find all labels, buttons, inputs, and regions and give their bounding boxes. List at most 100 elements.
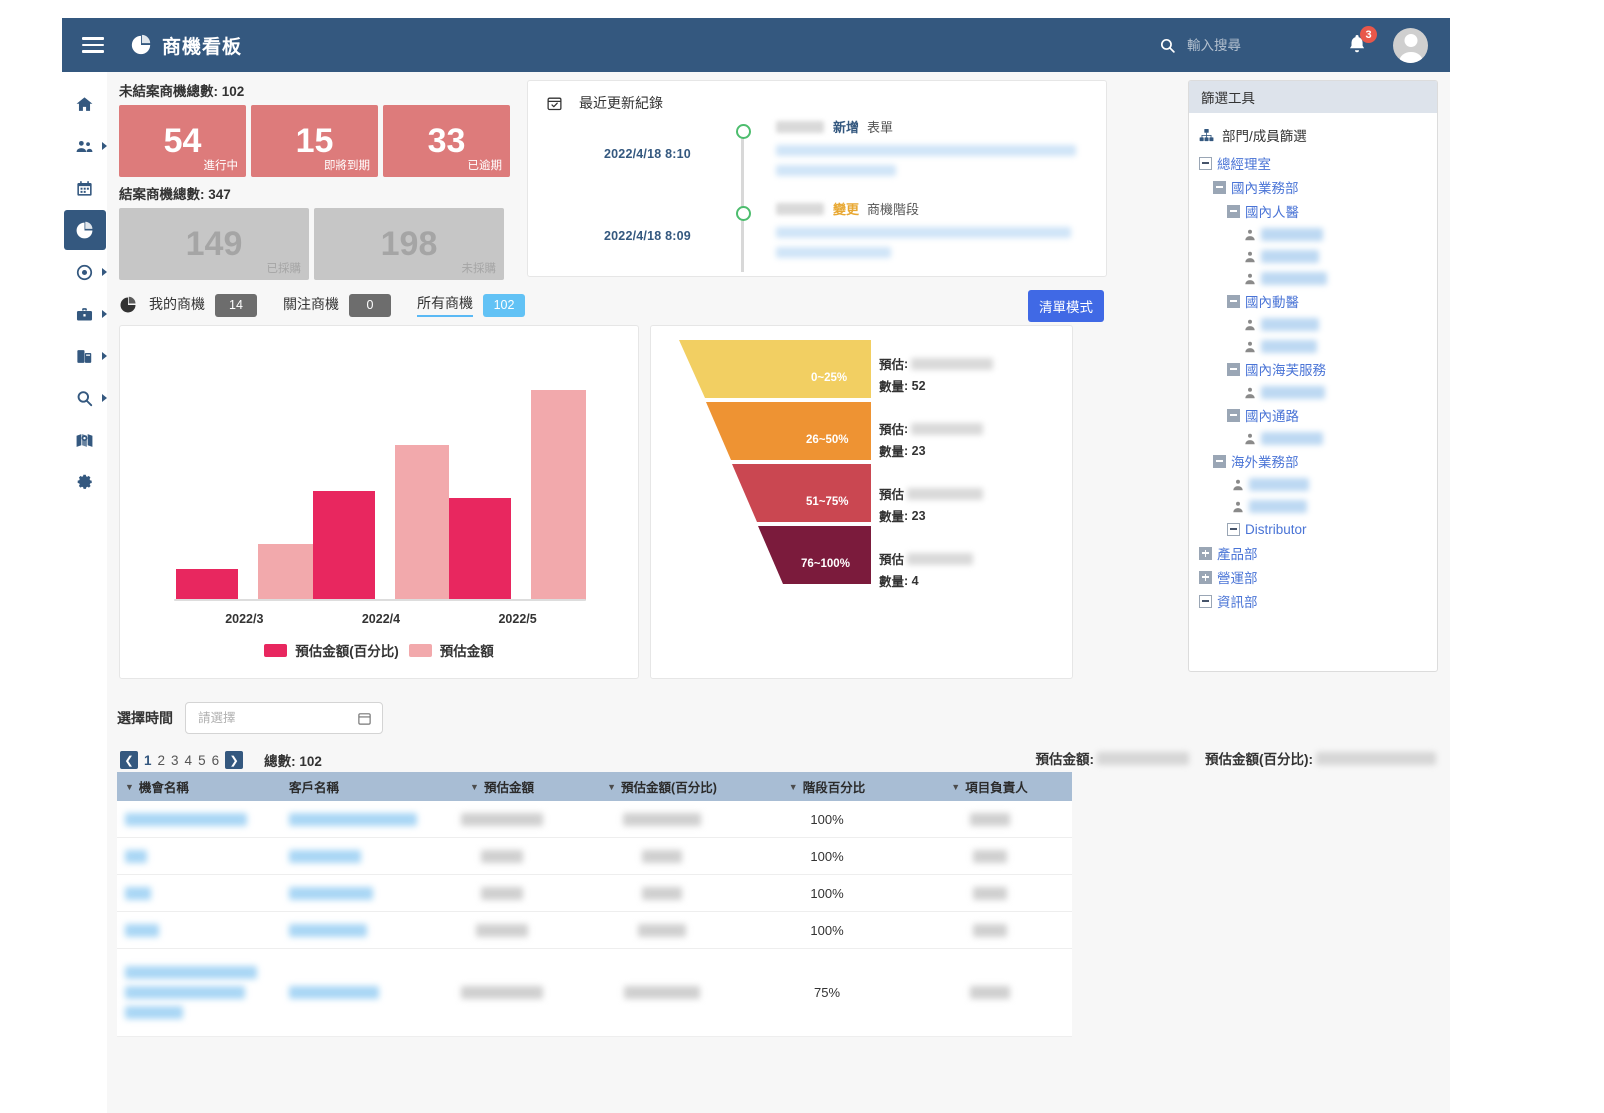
collapse-toggle-icon[interactable] <box>1227 294 1240 308</box>
table-row[interactable]: 75% <box>117 949 1072 1037</box>
column-header-customer[interactable]: 客戶名稱 <box>277 777 427 796</box>
tree-node-domestic-animal-med[interactable]: 國內動醫 <box>1227 291 1427 311</box>
page-number[interactable]: 6 <box>212 753 220 768</box>
collapse-toggle-icon[interactable] <box>1199 156 1212 170</box>
timeline-entry[interactable]: 2022/4/18 8:09 變更 商機階段 <box>546 199 1106 271</box>
tree-member[interactable] <box>1243 247 1427 266</box>
tree-node-label[interactable]: 資訊部 <box>1217 591 1258 611</box>
sidebar-item-map[interactable] <box>64 420 106 460</box>
tree-node-label[interactable]: 國內人醫 <box>1245 201 1299 221</box>
bar-2022-4-amount[interactable] <box>394 445 450 600</box>
chevron-right-icon[interactable]: ❯ <box>225 751 244 769</box>
sidebar-item-documents[interactable] <box>64 336 107 376</box>
search-box[interactable] <box>1159 36 1305 54</box>
tree-node-domestic-sales[interactable]: 國內業務部 <box>1213 177 1427 197</box>
sidebar-item-targets[interactable] <box>64 252 107 292</box>
tree-node-label[interactable]: 營運部 <box>1217 567 1258 587</box>
funnel-legend-row: 預估: 數量: 52 <box>879 340 1069 405</box>
notifications-button[interactable]: 3 <box>1345 26 1377 58</box>
tree-member[interactable] <box>1231 475 1427 494</box>
page-number[interactable]: 5 <box>198 753 206 768</box>
date-picker[interactable] <box>185 702 383 734</box>
kpi-card-not-purchased[interactable]: 198 未採購 <box>314 208 504 280</box>
tree-member[interactable] <box>1243 225 1427 244</box>
sidebar-item-business[interactable] <box>64 294 107 334</box>
page-number[interactable]: 3 <box>171 753 179 768</box>
expand-toggle-icon[interactable] <box>1199 570 1212 584</box>
avatar[interactable] <box>1393 27 1428 63</box>
tab-all-opportunities[interactable]: 所有商機 102 <box>417 293 525 317</box>
sidebar-item-home[interactable] <box>64 84 106 124</box>
kpi-card-in-progress[interactable]: 54 進行中 <box>119 105 246 177</box>
search-input[interactable] <box>1185 36 1305 54</box>
column-header-stage-pct[interactable]: ▼ 階段百分比 <box>747 777 907 796</box>
tree-node-label[interactable]: Distributor <box>1245 522 1307 537</box>
tree-member[interactable] <box>1243 337 1427 356</box>
tree-node-it-dept[interactable]: 資訊部 <box>1199 591 1427 611</box>
bar-2022-4-pct[interactable] <box>312 491 375 600</box>
tree-node-overseas-sales[interactable]: 海外業務部 <box>1213 451 1427 471</box>
tree-member[interactable] <box>1243 269 1427 288</box>
page-number[interactable]: 1 <box>144 753 152 768</box>
collapse-toggle-icon[interactable] <box>1227 204 1240 218</box>
legend-item[interactable]: 預估金額 <box>408 640 494 660</box>
tree-node-label[interactable]: 產品部 <box>1217 543 1258 563</box>
tab-followed-opportunities[interactable]: 關注商機 0 <box>283 293 391 317</box>
tree-node-domestic-human-med[interactable]: 國內人醫 <box>1227 201 1427 221</box>
collapse-toggle-icon[interactable] <box>1227 522 1240 536</box>
date-input[interactable] <box>196 710 346 726</box>
collapse-toggle-icon[interactable] <box>1213 454 1226 468</box>
collapse-toggle-icon[interactable] <box>1213 180 1226 194</box>
table-row[interactable]: 100% <box>117 875 1072 912</box>
table-row[interactable]: 100% <box>117 912 1072 949</box>
column-header-owner[interactable]: ▼ 項目負責人 <box>907 777 1072 796</box>
tree-member[interactable] <box>1243 383 1427 402</box>
sidebar-item-settings[interactable] <box>64 462 106 502</box>
tree-node-label[interactable]: 國內動醫 <box>1245 291 1299 311</box>
tree-node-label[interactable]: 國內通路 <box>1245 405 1299 425</box>
tree-node-label[interactable]: 總經理室 <box>1217 153 1271 173</box>
sidebar-item-calendar[interactable] <box>64 168 106 208</box>
kpi-card-expiring[interactable]: 15 即將到期 <box>251 105 378 177</box>
expand-toggle-icon[interactable] <box>1199 546 1212 560</box>
kpi-card-purchased[interactable]: 149 已採購 <box>119 208 309 280</box>
column-header-est-amount[interactable]: ▼ 預估金額 <box>427 777 577 796</box>
summary-est-amount-pct: 預估金額(百分比): <box>1205 748 1436 768</box>
legend-item[interactable]: 預估金額(百分比) <box>264 640 399 660</box>
column-header-est-amount-pct[interactable]: ▼ 預估金額(百分比) <box>577 777 747 796</box>
tree-member[interactable] <box>1243 429 1427 448</box>
bar-2022-5-pct[interactable] <box>449 498 512 600</box>
tree-node-general-manager[interactable]: 總經理室 <box>1199 153 1427 173</box>
list-mode-button[interactable]: 清單模式 <box>1028 290 1104 322</box>
bar-2022-3-amount[interactable] <box>258 544 313 600</box>
bar-2022-3-pct[interactable] <box>176 569 239 600</box>
table-row[interactable]: 100% <box>117 801 1072 838</box>
tab-my-opportunities[interactable]: 我的商機 14 <box>149 293 257 317</box>
collapse-toggle-icon[interactable] <box>1199 594 1212 608</box>
tree-node-label[interactable]: 國內業務部 <box>1231 177 1299 197</box>
tree-node-distributor[interactable]: Distributor <box>1227 519 1427 539</box>
redacted-amount-pct <box>624 986 700 999</box>
bar-2022-5-amount[interactable] <box>531 390 586 600</box>
table-row[interactable]: 100% <box>117 838 1072 875</box>
sidebar-item-dashboard[interactable] <box>63 210 106 250</box>
sidebar-item-search[interactable] <box>64 378 107 418</box>
chevron-left-icon[interactable]: ❮ <box>120 751 138 769</box>
tree-member[interactable] <box>1243 315 1427 334</box>
hamburger-icon[interactable] <box>82 37 104 53</box>
page-number[interactable]: 4 <box>185 753 193 768</box>
tree-node-domestic-hifu-service[interactable]: 國內海芙服務 <box>1227 359 1427 379</box>
tree-node-operations-dept[interactable]: 營運部 <box>1199 567 1427 587</box>
tree-node-label[interactable]: 國內海芙服務 <box>1245 359 1326 379</box>
kpi-card-overdue[interactable]: 33 已逾期 <box>383 105 510 177</box>
sidebar-item-contacts[interactable] <box>64 126 107 166</box>
tree-node-label[interactable]: 海外業務部 <box>1231 451 1299 471</box>
timeline-entry[interactable]: 2022/4/18 8:10 新增 表單 <box>546 117 1106 189</box>
collapse-toggle-icon[interactable] <box>1227 408 1240 422</box>
tree-node-domestic-channel[interactable]: 國內通路 <box>1227 405 1427 425</box>
page-number[interactable]: 2 <box>158 753 166 768</box>
column-header-opportunity[interactable]: ▼ 機會名稱 <box>117 777 277 796</box>
tree-member[interactable] <box>1231 497 1427 516</box>
tree-node-product-dept[interactable]: 產品部 <box>1199 543 1427 563</box>
collapse-toggle-icon[interactable] <box>1227 362 1240 376</box>
